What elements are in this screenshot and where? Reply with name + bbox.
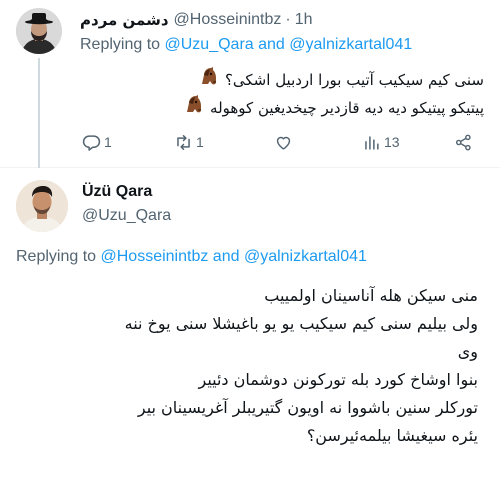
horse-face-icon <box>183 94 203 123</box>
tweet-header: دشمن مردم @Hosseinintbz · 1h <box>80 8 313 32</box>
replying-and[interactable]: and <box>213 248 240 265</box>
mention-link[interactable]: @yalnizkartal041 <box>289 36 412 53</box>
replying-to: Replying to @Uzu_Qara and @yalnizkartal0… <box>80 36 412 54</box>
reply-button[interactable]: 1 <box>82 129 112 155</box>
tweet-actions: 1 1 13 <box>80 129 480 155</box>
tweet-text: سنی کیم سیکیب آتیب بورا اردبیل اشکی؟ پیت… <box>84 66 484 122</box>
tweet-text-line: وی <box>457 342 478 361</box>
tweet-text-line: تورکلر سنین باشووا نه اویون گتیریبلر آغر… <box>137 398 478 417</box>
retweet-icon <box>177 134 190 150</box>
tweet-text: منی سیکن هله آناسینان اولمییب ولی بیلیم … <box>8 282 478 450</box>
tweet-text-line: ولی بیلیم سنی کیم سیکیب یو یو باغیشلا سن… <box>124 314 478 333</box>
horse-face-icon <box>198 66 218 95</box>
separator-dot: · <box>285 11 291 28</box>
mention-link[interactable]: @yalnizkartal041 <box>244 248 367 265</box>
reply-count: 1 <box>104 134 112 150</box>
tweet-text-line: بنوا اوشاخ کورد بله تورکونن دوشمان دئییر <box>198 370 478 389</box>
user-handle[interactable]: @Uzu_Qara <box>82 207 171 225</box>
reply-icon <box>82 134 101 151</box>
timestamp[interactable]: 1h <box>295 11 313 29</box>
heart-icon <box>276 136 291 150</box>
avatar[interactable] <box>16 180 68 232</box>
tweet-text-line: پیتیکو پیتیکو دیه دیه قازدیر چیخدیغین کو… <box>84 94 484 122</box>
mention-link[interactable]: @Hosseinintbz <box>101 248 209 265</box>
avatar-photo-icon <box>16 8 62 54</box>
like-button[interactable] <box>274 129 296 155</box>
tweet-text-line: یئره سیغیشا بیلمه‌ئیرسن؟ <box>306 426 478 445</box>
display-name[interactable]: Üzü Qara <box>82 183 152 201</box>
avatar-photo-icon <box>16 180 68 232</box>
thread-connector-line <box>38 58 40 168</box>
tweet-text-line: سنی کیم سیکیب آتیب بورا اردبیل اشکی؟ <box>84 66 484 94</box>
replying-and[interactable]: and <box>258 36 285 53</box>
display-name[interactable]: دشمن مردم <box>80 11 169 29</box>
replying-to-label: Replying to <box>80 36 161 53</box>
user-handle[interactable]: @Hosseinintbz <box>174 11 282 29</box>
tweet-parent[interactable]: دشمن مردم @Hosseinintbz · 1h Replying to… <box>0 0 500 168</box>
replying-to: Replying to @Hosseinintbz and @yalnizkar… <box>16 248 367 266</box>
share-button[interactable] <box>454 129 473 155</box>
avatar[interactable] <box>16 8 62 54</box>
retweet-count: 1 <box>196 134 204 150</box>
share-icon <box>455 134 471 150</box>
views-bar-chart-icon <box>365 135 379 150</box>
retweet-button[interactable]: 1 <box>174 129 204 155</box>
replying-to-label: Replying to <box>16 248 97 265</box>
tweet-text-line: منی سیکن هله آناسینان اولمییب <box>264 286 478 305</box>
mention-link[interactable]: @Uzu_Qara <box>165 36 254 53</box>
views-count: 13 <box>384 134 400 150</box>
views-button[interactable]: 13 <box>362 129 400 155</box>
